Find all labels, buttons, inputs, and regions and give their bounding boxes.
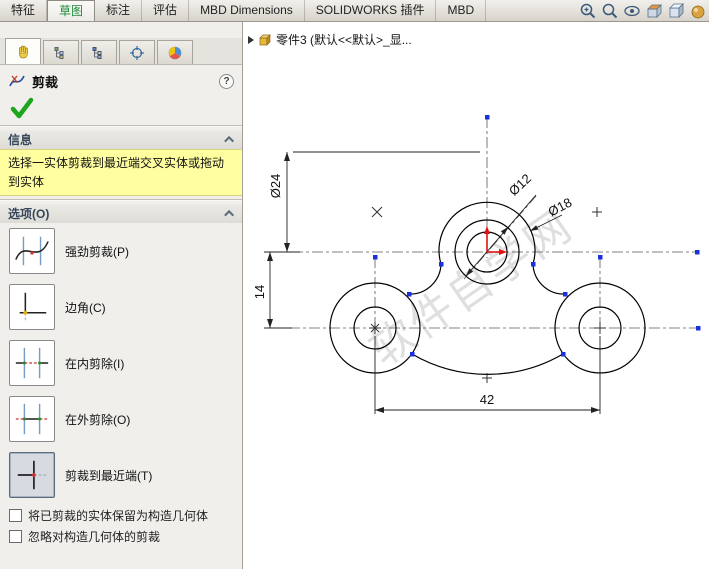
- message-box: 选择一实体剪裁到最近端交叉实体或拖动到实体: [0, 149, 242, 197]
- trim-inside-button[interactable]: [9, 340, 55, 387]
- sketch-canvas[interactable]: 软件自学网 Ø24 14 42 Ø12 Ø18: [244, 22, 709, 569]
- checkbox-label: 将已剪裁的实体保留为构造几何体: [28, 509, 209, 524]
- section-view-icon[interactable]: [644, 2, 663, 21]
- checkbox-label: 忽略对构造几何体的剪裁: [28, 530, 161, 545]
- zoom-fit-icon[interactable]: [600, 2, 619, 21]
- view-toolbar: [578, 0, 707, 22]
- trim-to-closest-icon: [17, 460, 47, 490]
- corner-trim-button[interactable]: [9, 284, 55, 331]
- option-row: 剪裁到最近端(T): [0, 447, 242, 503]
- feature-tree-flyout[interactable]: 零件3 (默认<<默认>_显...: [248, 31, 412, 48]
- trim-outside-icon: [15, 403, 49, 435]
- ok-check-icon[interactable]: [10, 97, 34, 119]
- dimension-lines[interactable]: [264, 151, 601, 414]
- pm-header: 剪裁 ?: [0, 68, 242, 94]
- displaymanager-tab[interactable]: [157, 40, 193, 64]
- help-icon[interactable]: ?: [219, 73, 234, 89]
- command-manager-tabbar: 特征 草图 标注 评估 MBD Dimensions SOLIDWORKS 插件…: [0, 0, 709, 22]
- zoom-in-icon[interactable]: [578, 2, 597, 21]
- option-label: 边角(C): [65, 300, 106, 315]
- configurationmanager-tab[interactable]: [81, 40, 117, 64]
- options-section-header[interactable]: 选项(O): [0, 204, 242, 224]
- option-row: 在内剪除(I): [0, 335, 242, 391]
- color-ball-icon: [168, 46, 182, 59]
- bottom-connector-arc: [411, 353, 564, 375]
- divider: [0, 125, 242, 127]
- tab-mbd-dimensions[interactable]: MBD Dimensions: [189, 0, 305, 21]
- manager-tab-strip: [0, 38, 242, 65]
- dimension-14[interactable]: 14: [252, 285, 267, 299]
- solidworks-window: 特征 草图 标注 评估 MBD Dimensions SOLIDWORKS 插件…: [0, 0, 709, 569]
- hand-icon: [19, 45, 28, 58]
- keep-as-construction-checkbox-row: 将已剪裁的实体保留为构造几何体: [0, 503, 242, 524]
- dimension-d12[interactable]: Ø12: [506, 171, 534, 199]
- dimension-d24[interactable]: Ø24: [268, 174, 283, 199]
- power-trim-button[interactable]: [9, 228, 55, 275]
- option-label: 强劲剪裁(P): [65, 244, 129, 259]
- appearance-icon[interactable]: [688, 2, 707, 21]
- tab-solidworks-addins[interactable]: SOLIDWORKS 插件: [305, 0, 437, 21]
- divider: [0, 199, 242, 202]
- property-manager-panel: 剪裁 ? 信息 选择一实体剪裁到最近端交叉实体或拖动到实体 选项(O) 强劲剪裁…: [0, 22, 243, 569]
- option-label: 在外剪除(O): [65, 412, 131, 427]
- tree-item-label: 零件3 (默认<<默认>_显...: [276, 33, 412, 47]
- view-settings-icon[interactable]: [622, 2, 641, 21]
- tab-features[interactable]: 特征: [0, 0, 48, 21]
- collapse-chevron-icon: [224, 135, 235, 146]
- graphics-area[interactable]: 零件3 (默认<<默认>_显... 软件自学网 Ø24 14 42 Ø12 Ø1…: [244, 22, 709, 569]
- configuration-tree-icon: [92, 46, 102, 59]
- option-label: 在内剪除(I): [65, 356, 125, 371]
- power-trim-icon: [15, 236, 49, 266]
- dimension-42[interactable]: 42: [480, 392, 494, 407]
- centerlines[interactable]: [289, 117, 699, 338]
- option-row: 在外剪除(O): [0, 391, 242, 447]
- feature-tree-icon: [54, 46, 64, 59]
- ignore-construction-checkbox-row: 忽略对构造几何体的剪裁: [0, 524, 242, 545]
- ignore-construction-checkbox[interactable]: [9, 530, 22, 544]
- options-header-label: 选项(O): [8, 207, 50, 222]
- collapse-chevron-icon: [224, 210, 235, 221]
- crosshair-icon: [130, 45, 144, 60]
- featuremanager-tab[interactable]: [43, 40, 79, 64]
- dimxpertmanager-tab[interactable]: [119, 40, 155, 64]
- propertymanager-tab[interactable]: [5, 38, 41, 64]
- watermark-text: 软件自学网: [361, 201, 582, 376]
- tab-mbd[interactable]: MBD: [436, 0, 487, 21]
- corner-trim-icon: [19, 292, 47, 323]
- tree-expand-icon[interactable]: [248, 35, 254, 44]
- keep-as-construction-checkbox[interactable]: [9, 509, 22, 523]
- option-label: 剪裁到最近端(T): [65, 468, 153, 483]
- trim-inside-icon: [15, 347, 49, 379]
- message-section-header[interactable]: 信息: [0, 130, 242, 149]
- option-row: 强劲剪裁(P): [0, 223, 242, 279]
- tab-sketch[interactable]: 草图: [47, 0, 96, 21]
- trim-outside-button[interactable]: [9, 396, 55, 443]
- trim-tool-icon: [9, 75, 25, 87]
- tab-evaluate[interactable]: 评估: [142, 0, 190, 21]
- tab-annotations[interactable]: 标注: [95, 0, 143, 21]
- option-row: 边角(C): [0, 279, 242, 335]
- view-orientation-icon[interactable]: [666, 2, 685, 21]
- part-icon: [259, 33, 271, 46]
- message-header-label: 信息: [8, 133, 33, 147]
- pm-confirm-row: [0, 94, 242, 122]
- trim-to-closest-button[interactable]: [9, 452, 55, 499]
- pm-title: 剪裁: [32, 74, 59, 90]
